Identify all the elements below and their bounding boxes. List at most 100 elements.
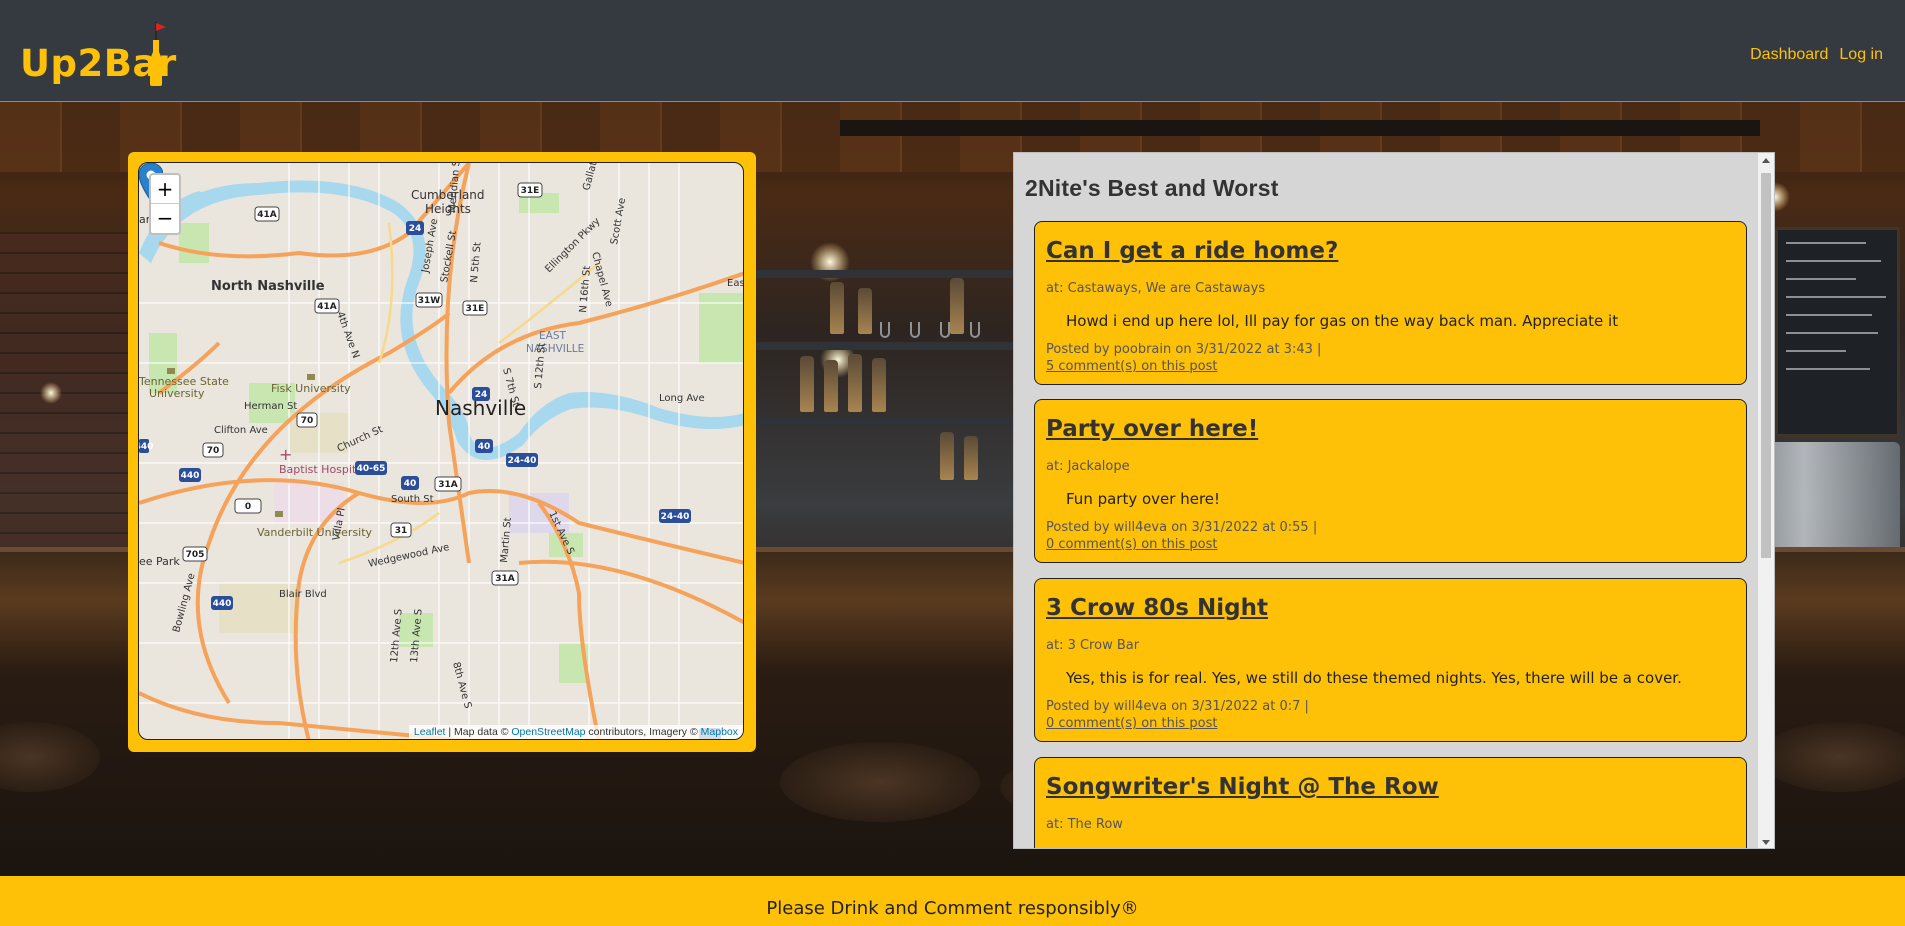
post-meta: Posted by poobrain on 3/31/2022 at 3:43 … — [1046, 341, 1321, 375]
top-nav: Dashboard Log in — [1750, 46, 1883, 64]
route-shield: 31E — [517, 182, 543, 198]
svg-text:24: 24 — [409, 224, 422, 234]
map-label: Martin St — [499, 517, 514, 563]
bar-stool — [1760, 722, 1905, 792]
svg-text:440: 440 — [139, 442, 153, 452]
svg-text:40: 40 — [404, 479, 417, 489]
osm-link[interactable]: OpenStreetMap — [511, 726, 585, 738]
svg-text:440: 440 — [181, 471, 200, 481]
svg-text:705: 705 — [186, 550, 205, 560]
scroll-up-arrow-icon[interactable] — [1762, 158, 1770, 163]
svg-text:70: 70 — [207, 446, 220, 456]
posts-feed-panel[interactable]: 2Nite's Best and Worst Can I get a ride … — [1013, 152, 1775, 849]
svg-text:31A: 31A — [495, 574, 515, 584]
university-icon — [307, 374, 315, 380]
route-shield: 41A — [314, 298, 340, 314]
nashville-map[interactable]: Cumberland Heights North Nashville ard E… — [138, 162, 744, 740]
post-card: Can I get a ride home? at: Castaways, We… — [1034, 221, 1747, 385]
post-author-date: Posted by will4eva on 3/31/2022 at 0:55 … — [1046, 520, 1318, 535]
mapbox-link[interactable]: Mapbox — [701, 726, 738, 738]
svg-text:24: 24 — [475, 390, 488, 400]
route-shield: 70 — [296, 412, 318, 428]
map-label: Herman St — [244, 401, 297, 412]
leaflet-link[interactable]: Leaflet — [414, 726, 446, 738]
map-label: N 16th St — [578, 265, 593, 313]
svg-text:40-65: 40-65 — [357, 464, 386, 474]
route-shield: 41A — [254, 206, 280, 222]
liquor-bottle — [950, 278, 964, 334]
map-label: Fisk University — [271, 382, 351, 395]
map-tiles[interactable]: Cumberland Heights North Nashville ard E… — [139, 163, 744, 740]
post-title-link[interactable]: Songwriter's Night @ The Row — [1046, 774, 1439, 800]
svg-text:24-40: 24-40 — [508, 456, 537, 466]
post-title-link[interactable]: 3 Crow 80s Night — [1046, 595, 1268, 621]
zoom-in-button[interactable]: + — [151, 175, 179, 204]
liquor-bottle — [858, 288, 872, 334]
interstate-shield: 440 — [211, 596, 233, 610]
wine-glass — [940, 322, 950, 338]
liquor-bottle — [872, 358, 886, 412]
svg-text:24-40: 24-40 — [661, 512, 690, 522]
site-footer: Please Drink and Comment responsibly® — [0, 876, 1905, 926]
university-icon — [275, 511, 283, 517]
liquor-bottle — [964, 436, 978, 480]
map-label: Vanderbilt University — [257, 526, 373, 539]
post-title-link[interactable]: Party over here! — [1046, 416, 1258, 442]
university-icon — [167, 368, 175, 374]
map-label: Chapel Ave — [589, 251, 614, 308]
post-body: Yes, this is for real. Yes, we still do … — [1066, 669, 1682, 687]
post-card: Songwriter's Night @ The Row at: The Row — [1034, 757, 1747, 848]
post-body: Howd i end up here lol, Ill pay for gas … — [1066, 312, 1619, 330]
route-shield: 705 — [182, 546, 208, 562]
post-comments-link[interactable]: 5 comment(s) on this post — [1046, 358, 1321, 375]
interstate-shield: 24-40 — [506, 453, 538, 467]
scrollbar-thumb[interactable] — [1761, 173, 1771, 558]
post-comments-link[interactable]: 0 comment(s) on this post — [1046, 536, 1317, 553]
map-label: 4th Ave N — [334, 310, 361, 360]
hospital-icon: + — [279, 445, 292, 464]
nav-login-link[interactable]: Log in — [1839, 46, 1883, 64]
post-comments-link[interactable]: 0 comment(s) on this post — [1046, 715, 1309, 732]
map-label: 12th Ave S — [389, 608, 405, 663]
interstate-shield: 440 — [179, 468, 201, 482]
post-location: at: Jackalope — [1046, 459, 1130, 474]
post-author-date: Posted by poobrain on 3/31/2022 at 3:43 … — [1046, 342, 1322, 357]
attribution-text: contributors, Imagery © — [585, 726, 701, 738]
feed-title: 2Nite's Best and Worst — [1025, 175, 1279, 201]
map-attribution: Leaflet | Map data © OpenStreetMap contr… — [408, 725, 743, 739]
post-location: at: 3 Crow Bar — [1046, 638, 1140, 653]
liquor-bottle — [800, 356, 814, 412]
map-label: Baptist Hospital — [279, 463, 366, 476]
map-label: EAST — [539, 330, 566, 342]
wine-glass — [910, 322, 920, 338]
zoom-out-button[interactable]: − — [151, 204, 179, 233]
wine-glass — [880, 322, 890, 338]
wine-glass — [970, 322, 980, 338]
map-label: Eas — [727, 278, 744, 289]
bar-shelf — [756, 342, 1016, 350]
liquor-bottle — [824, 360, 838, 412]
bar-stool — [780, 742, 980, 822]
svg-text:0: 0 — [245, 502, 251, 512]
site-header: Up2Bar Dashboard Log in — [0, 0, 1905, 102]
post-card: 3 Crow 80s Night at: 3 Crow Bar Yes, thi… — [1034, 578, 1747, 742]
attribution-text: | Map data © — [445, 726, 512, 738]
liquor-bottle — [940, 432, 954, 480]
menu-chalkboard — [1775, 227, 1900, 437]
post-title-link[interactable]: Can I get a ride home? — [1046, 238, 1338, 264]
interstate-shield: 40 — [401, 476, 419, 490]
liquor-bottle — [830, 282, 844, 334]
feed-scrollbar[interactable] — [1758, 153, 1774, 848]
map-label: Long Ave — [659, 393, 705, 404]
map-label: Stockell St — [439, 230, 459, 284]
map-label: Bowling Ave — [171, 572, 197, 634]
map-label: Blair Blvd — [279, 589, 327, 600]
route-shield: 0 — [234, 498, 262, 514]
nav-dashboard-link[interactable]: Dashboard — [1750, 46, 1828, 64]
map-label: North Nashville — [211, 279, 325, 294]
map-label: NASHVILLE — [526, 343, 584, 355]
post-body: Fun party over here! — [1066, 490, 1221, 508]
route-shield: 31E — [462, 300, 488, 316]
scroll-down-arrow-icon[interactable] — [1762, 840, 1770, 845]
interstate-shield: 440 — [139, 439, 153, 453]
